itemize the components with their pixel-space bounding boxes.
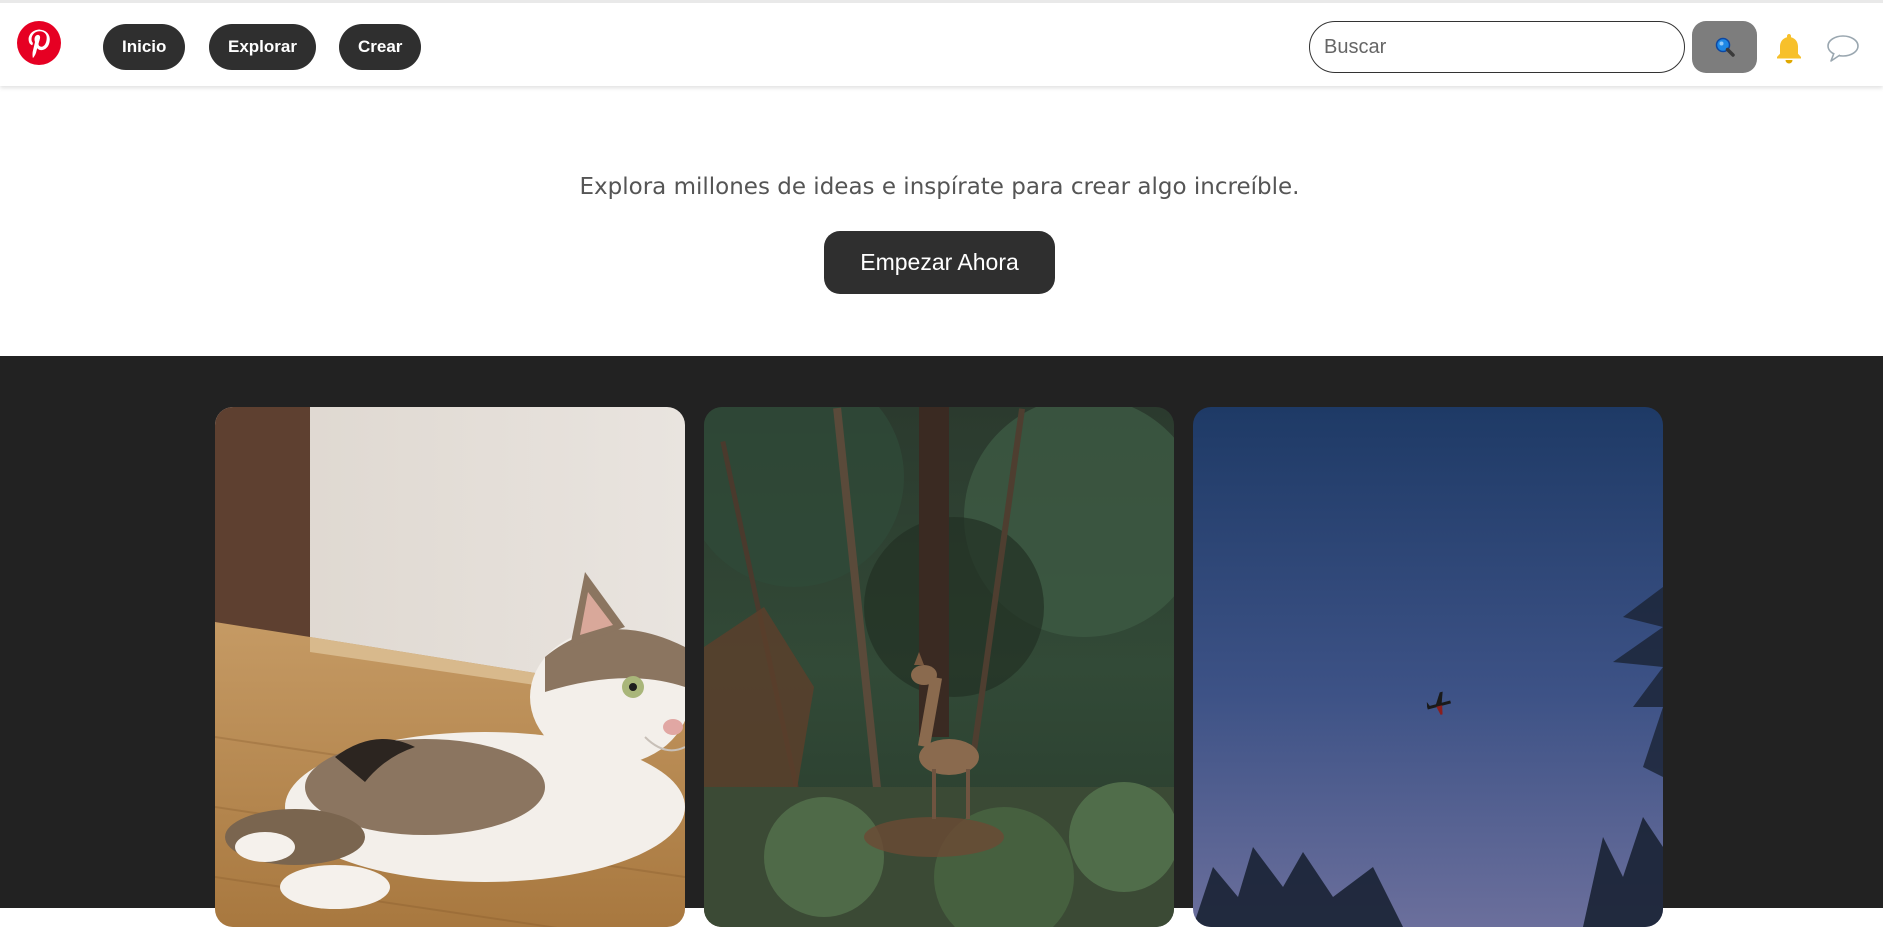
nav-explorar-button[interactable]: Explorar [209,24,316,70]
pin-card-airplane[interactable] [1193,407,1663,927]
chat-bubble-icon[interactable] [1826,33,1860,63]
nav-crear-button[interactable]: Crear [339,24,422,70]
start-now-button[interactable]: Empezar Ahora [824,231,1055,294]
pin-gallery [0,356,1883,927]
deer-image [704,407,1174,927]
hero-section: Explora millones de ideas e inspírate pa… [0,86,1883,356]
pin-card-deer[interactable] [704,407,1174,927]
bell-icon[interactable] [1773,31,1805,65]
pin-card-cat[interactable] [215,407,685,927]
hero-tagline: Explora millones de ideas e inspírate pa… [579,174,1300,200]
pinterest-logo[interactable] [16,20,62,66]
nav-inicio-button[interactable]: Inicio [103,24,186,70]
cat-image [215,407,685,927]
airplane-sky-image [1193,407,1663,927]
top-navigation-bar: Inicio Explorar Crear [0,0,1883,86]
search-icon [1715,37,1735,57]
search-button[interactable] [1692,21,1757,73]
search-input[interactable] [1309,21,1685,73]
